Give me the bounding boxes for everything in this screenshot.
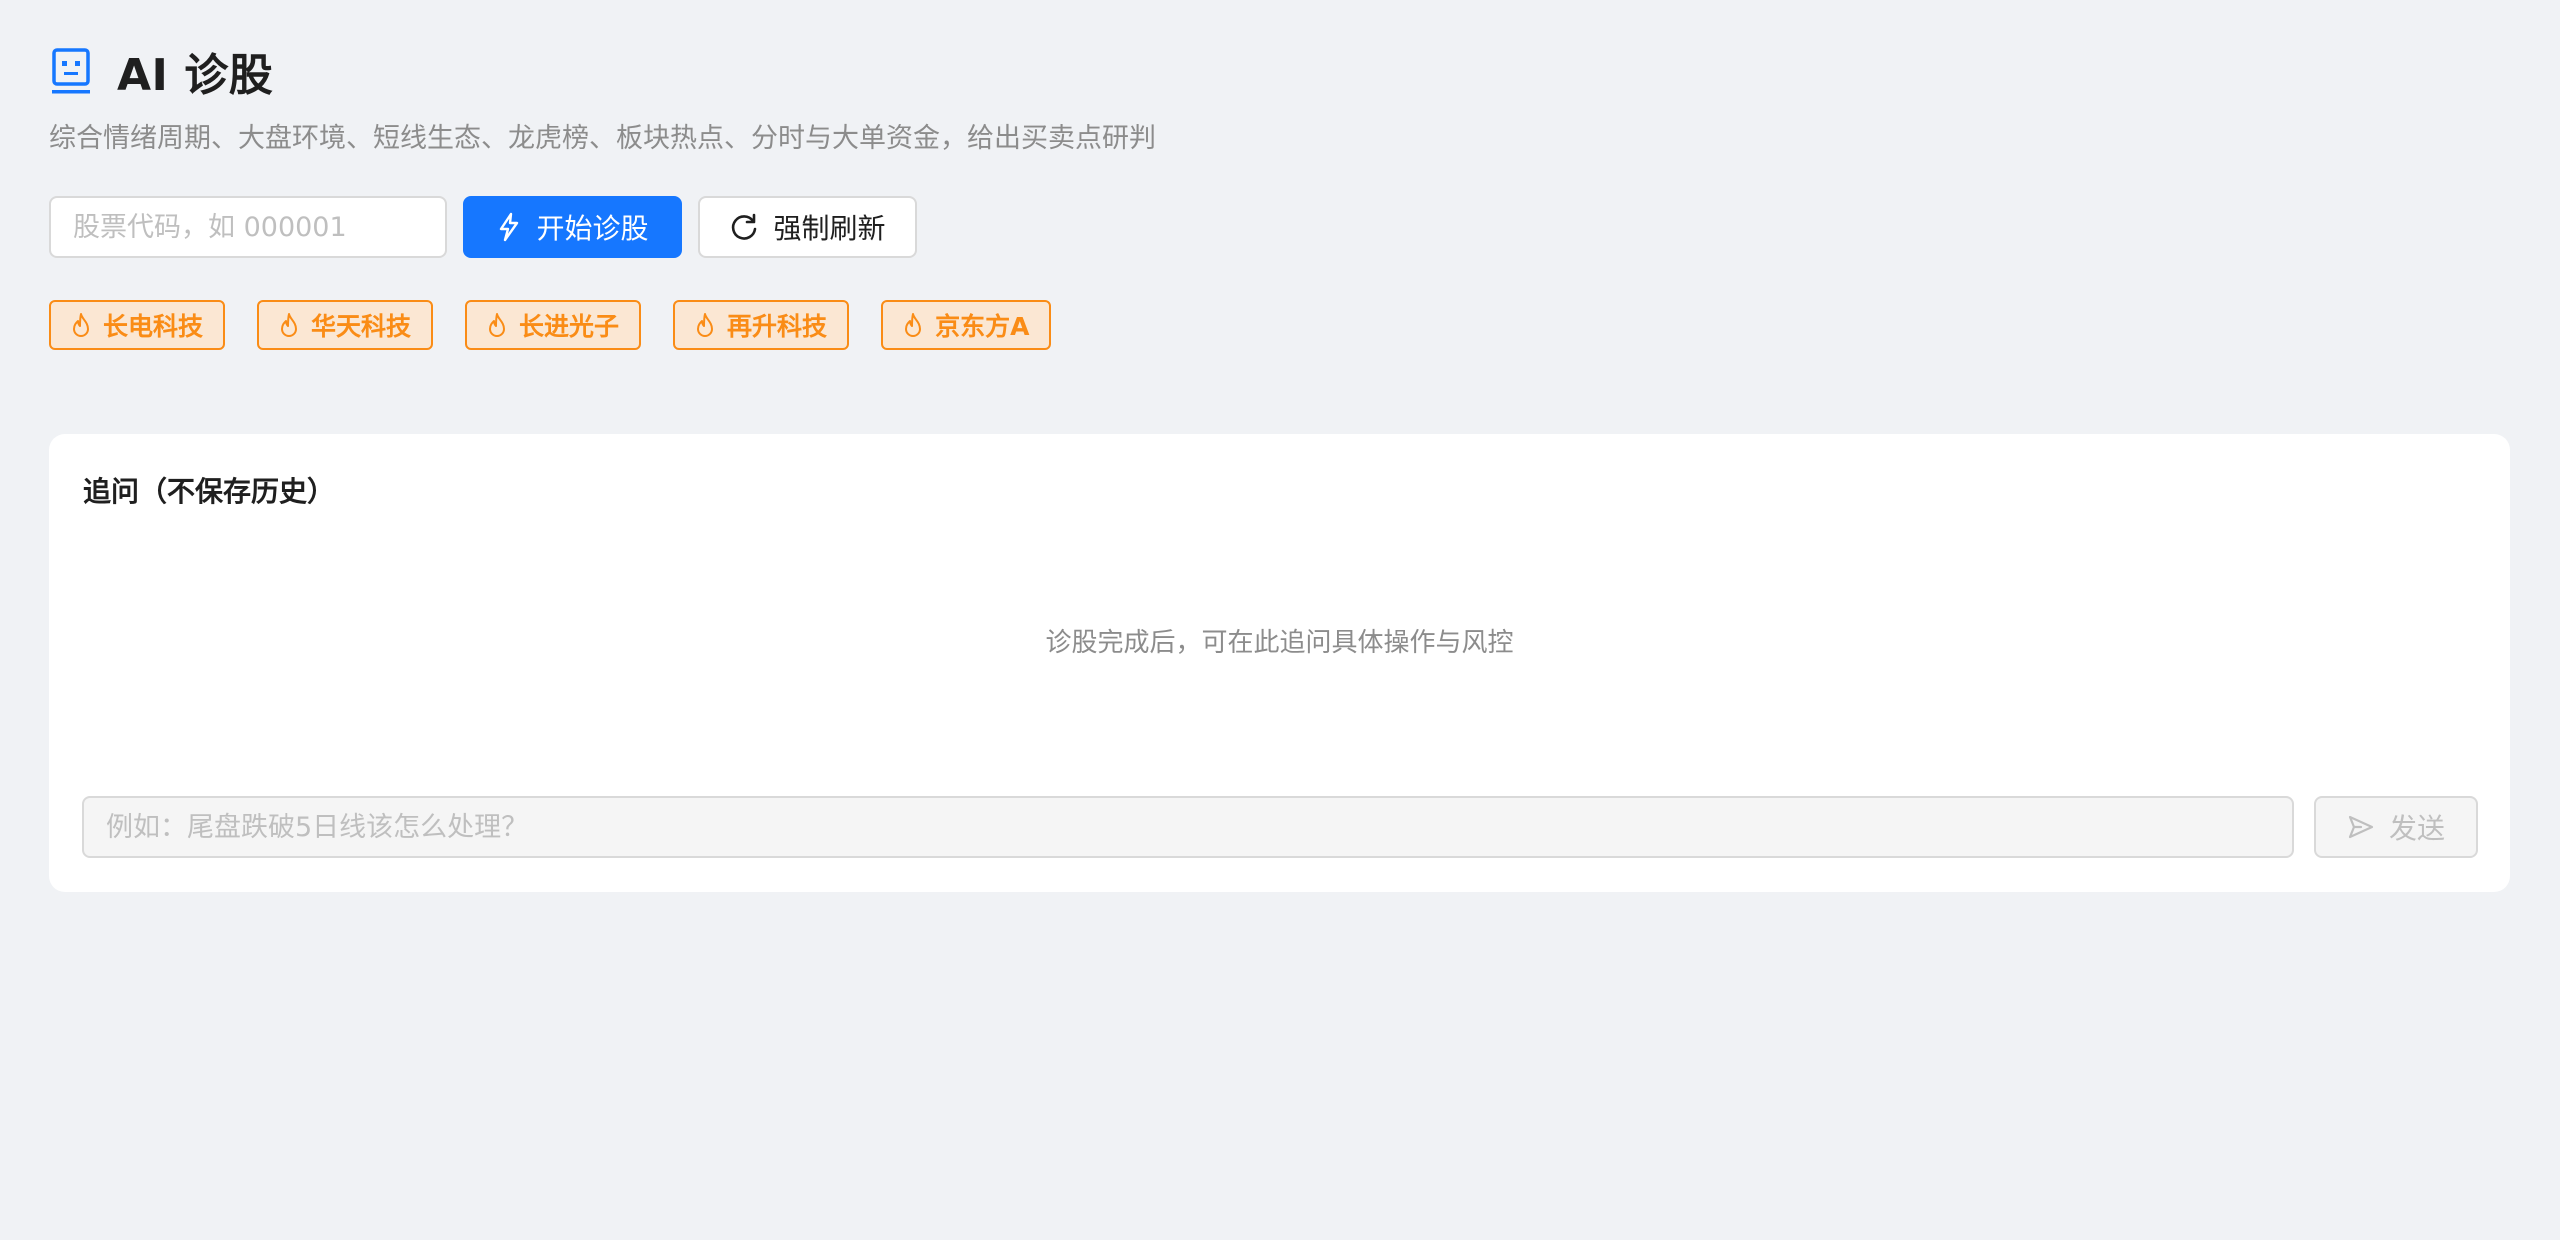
stock-code-input[interactable] bbox=[49, 196, 447, 258]
fire-icon bbox=[693, 311, 717, 339]
force-refresh-button[interactable]: 强制刷新 bbox=[698, 196, 917, 258]
hot-stock-tag[interactable]: 华天科技 bbox=[257, 300, 434, 350]
followup-card: 追问（不保存历史） 诊股完成后，可在此追问具体操作与风控 发送 bbox=[49, 434, 2510, 892]
hot-stock-tag[interactable]: 再升科技 bbox=[673, 300, 850, 350]
send-icon bbox=[2347, 813, 2375, 841]
hot-stock-tag[interactable]: 京东方A bbox=[881, 300, 1052, 350]
followup-empty-hint: 诊股完成后，可在此追问具体操作与风控 bbox=[1045, 628, 1514, 658]
send-label: 发送 bbox=[2388, 813, 2445, 844]
hot-stock-label: 长电科技 bbox=[103, 312, 204, 341]
hot-stock-tags: 长电科技 华天科技 长进光子 再升科技 京东方A bbox=[49, 300, 1052, 350]
page-header: AI 诊股 bbox=[49, 38, 273, 104]
page-subtitle: 综合情绪周期、大盘环境、短线生态、龙虎榜、板块热点、分时与大单资金，给出买卖点研… bbox=[49, 123, 1156, 154]
fire-icon bbox=[485, 311, 509, 339]
hot-stock-label: 华天科技 bbox=[311, 312, 412, 341]
reload-icon bbox=[729, 212, 759, 242]
robot-icon bbox=[49, 46, 93, 96]
followup-input[interactable] bbox=[82, 796, 2294, 858]
lightning-icon bbox=[496, 212, 522, 242]
hot-stock-tag[interactable]: 长进光子 bbox=[465, 300, 642, 350]
fire-icon bbox=[69, 311, 93, 339]
followup-title: 追问（不保存历史） bbox=[83, 475, 336, 508]
send-button[interactable]: 发送 bbox=[2314, 796, 2478, 858]
hot-stock-label: 京东方A bbox=[935, 312, 1030, 341]
start-diagnose-label: 开始诊股 bbox=[536, 213, 649, 244]
page: AI 诊股 综合情绪周期、大盘环境、短线生态、龙虎榜、板块热点、分时与大单资金，… bbox=[0, 0, 2560, 1240]
hot-stock-tag[interactable]: 长电科技 bbox=[49, 300, 226, 350]
page-title: AI 诊股 bbox=[117, 50, 274, 101]
diagnose-controls: 开始诊股 强制刷新 bbox=[49, 196, 917, 258]
hot-stock-label: 再升科技 bbox=[727, 312, 828, 341]
fire-icon bbox=[901, 311, 925, 339]
start-diagnose-button[interactable]: 开始诊股 bbox=[463, 196, 682, 258]
hot-stock-label: 长进光子 bbox=[519, 312, 620, 341]
fire-icon bbox=[277, 311, 301, 339]
force-refresh-label: 强制刷新 bbox=[773, 213, 886, 244]
